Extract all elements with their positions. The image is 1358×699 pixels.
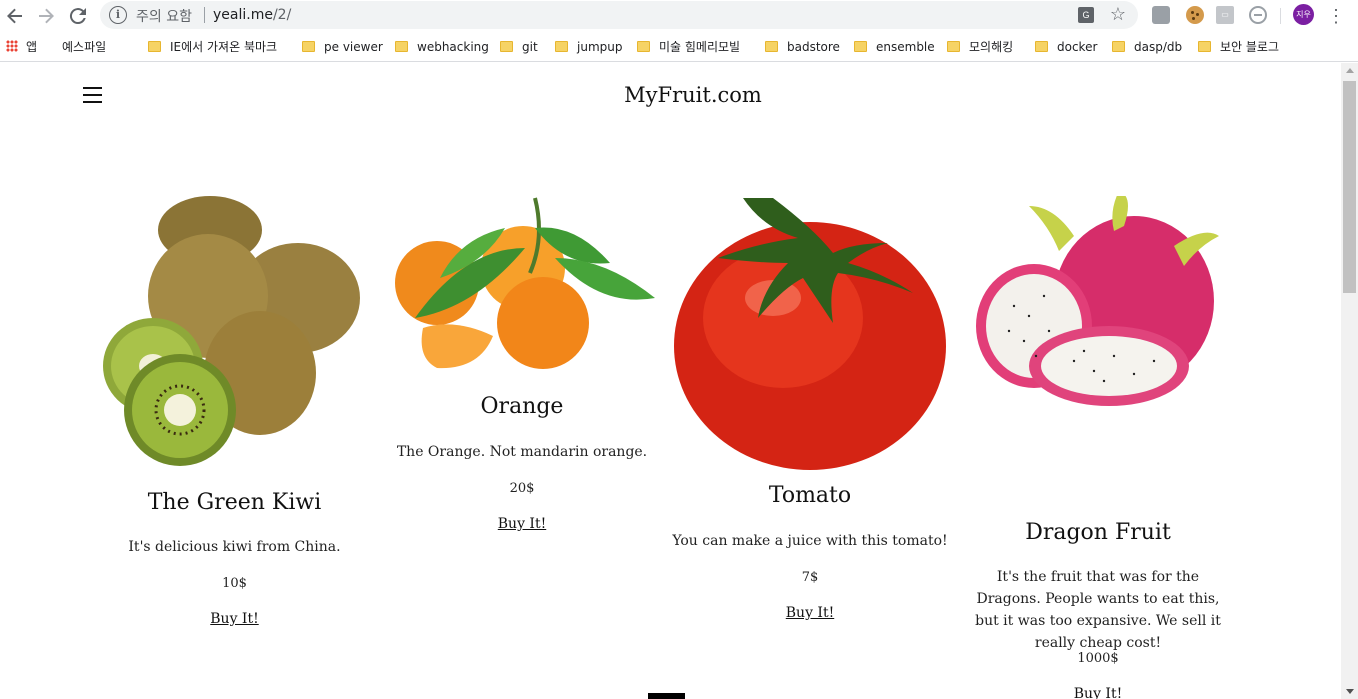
bookmark-folder[interactable]: jumpup	[555, 38, 622, 56]
page-scrollbar[interactable]	[1341, 63, 1358, 699]
site-title: MyFruit.com	[624, 83, 762, 107]
bookmark-folder[interactable]: 모의해킹	[947, 38, 1013, 56]
bookmark-folder[interactable]: pe viewer	[302, 38, 383, 56]
bookmark-label: ensemble	[876, 40, 935, 54]
folder-icon	[854, 41, 867, 52]
folder-icon	[1198, 41, 1211, 52]
bookmark-folder[interactable]: webhacking	[395, 38, 489, 56]
folder-icon	[1035, 41, 1048, 52]
folder-icon	[1112, 41, 1125, 52]
product-description: It's delicious kiwi from China.	[128, 539, 341, 555]
product-price: 7$	[801, 570, 819, 585]
url-host: yeali.me	[213, 7, 273, 23]
bookmark-folder[interactable]: docker	[1035, 38, 1097, 56]
bookmark-folder[interactable]: IE에서 가져온 북마크	[148, 38, 277, 56]
folder-icon	[555, 41, 568, 52]
bookmark-item[interactable]: 예스파일	[62, 38, 107, 113]
bookmark-folder[interactable]: ensemble	[854, 38, 935, 56]
address-bar[interactable]: i 주의 요함 yeali.me/2/ G ☆	[100, 1, 1138, 29]
translate-icon[interactable]: G	[1078, 7, 1094, 23]
bookmark-label: 모의해킹	[969, 40, 1014, 54]
url-path: /2/	[272, 7, 292, 23]
folder-icon	[637, 41, 650, 52]
back-button[interactable]	[3, 4, 27, 28]
product-card-orange: Orange The Orange. Not mandarin orange. …	[385, 188, 659, 548]
forward-button[interactable]	[34, 4, 58, 28]
scroll-down-arrow-icon[interactable]	[1346, 689, 1354, 694]
product-price: 20$	[509, 481, 535, 496]
dragon-fruit-image	[974, 196, 1230, 438]
extension-icon[interactable]: ▭	[1216, 6, 1234, 24]
reload-button[interactable]	[66, 4, 90, 28]
bookmark-label: jumpup	[577, 40, 623, 54]
bookmark-label: git	[522, 40, 538, 54]
block-icon[interactable]	[1249, 6, 1267, 24]
more-menu-icon[interactable]: ⋮	[1326, 4, 1346, 28]
bookmark-label: IE에서 가져온 북마크	[170, 40, 278, 54]
bookmarks-bar: 앱 예스파일 IE에서 가져온 북마크 pe viewer webhacking…	[0, 32, 1358, 113]
profile-avatar[interactable]: 지우	[1293, 4, 1314, 25]
bookmark-apps[interactable]: 앱	[6, 38, 37, 56]
product-price: 1000$	[1077, 651, 1119, 666]
bookmark-folder[interactable]: 미술 힘메리모빌	[637, 38, 740, 56]
url-text[interactable]: yeali.me/2/	[213, 7, 291, 23]
extension-profile-icon[interactable]	[1152, 6, 1170, 24]
buy-it-link[interactable]: Buy It!	[98, 611, 371, 627]
product-card-kiwi: The Green Kiwi It's delicious kiwi from …	[98, 188, 371, 638]
product-description: The Orange. Not mandarin orange.	[396, 444, 648, 460]
tomato-image	[673, 188, 947, 472]
product-name: Orange	[480, 394, 564, 419]
product-card-tomato: Tomato You can make a juice with this to…	[670, 188, 950, 628]
bookmark-label: webhacking	[417, 40, 489, 54]
address-divider	[204, 7, 205, 23]
folder-icon	[947, 41, 960, 52]
cookie-icon[interactable]	[1186, 6, 1204, 24]
folder-icon	[148, 41, 161, 52]
bookmark-star-icon[interactable]: ☆	[1110, 4, 1126, 24]
bookmark-label: 미술 힘메리모빌	[659, 40, 741, 54]
buy-it-link[interactable]: Buy It!	[385, 516, 659, 532]
web-page: MyFruit.com The Green Kiwi It's deliciou…	[0, 63, 1341, 699]
folder-icon	[500, 41, 513, 52]
bookmark-label: badstore	[787, 40, 840, 54]
security-warning: 주의 요함	[136, 9, 192, 25]
bookmark-folder[interactable]: 보안 블로그	[1198, 38, 1279, 56]
bookmark-label: 예스파일	[62, 40, 107, 54]
buy-it-link[interactable]: Buy It!	[670, 605, 950, 621]
product-description: It's the fruit that was for the Dragons.…	[975, 569, 1221, 651]
folder-icon	[302, 41, 315, 52]
product-price: 10$	[222, 576, 247, 591]
product-name: Dragon Fruit	[1025, 520, 1171, 545]
bookmark-folder[interactable]: git	[500, 38, 538, 56]
bookmark-label: dasp/db	[1134, 40, 1183, 54]
bookmark-label: 앱	[26, 40, 38, 54]
product-description: You can make a juice with this tomato!	[672, 533, 948, 549]
reload-icon	[69, 8, 86, 25]
bookmark-folder[interactable]: dasp/db	[1112, 38, 1182, 56]
folder-icon	[765, 41, 778, 52]
bookmark-folder[interactable]: badstore	[765, 38, 840, 56]
scroll-thumb[interactable]	[1343, 81, 1356, 293]
browser-toolbar: i 주의 요함 yeali.me/2/ G ☆ ▭ 지우 ⋮	[0, 0, 1358, 32]
scroll-up-arrow-icon[interactable]	[1346, 68, 1354, 73]
toolbar-divider	[1280, 8, 1281, 24]
bookmark-label: 보안 블로그	[1220, 40, 1280, 54]
product-name: The Green Kiwi	[147, 490, 322, 515]
buy-it-link[interactable]: Buy It!	[966, 686, 1230, 699]
arrow-right-icon	[39, 8, 54, 24]
footer-block	[648, 693, 685, 699]
info-icon[interactable]: i	[109, 6, 127, 24]
folder-icon	[395, 41, 408, 52]
bookmark-label: docker	[1057, 40, 1098, 54]
product-name: Tomato	[768, 483, 852, 508]
bookmark-label: pe viewer	[324, 40, 383, 54]
arrow-left-icon	[7, 8, 22, 24]
product-card-dragon-fruit: Dragon Fruit It's the fruit that was for…	[966, 188, 1230, 699]
apps-grid-icon	[6, 40, 18, 52]
kiwi-image	[98, 188, 369, 476]
orange-image	[385, 188, 657, 383]
